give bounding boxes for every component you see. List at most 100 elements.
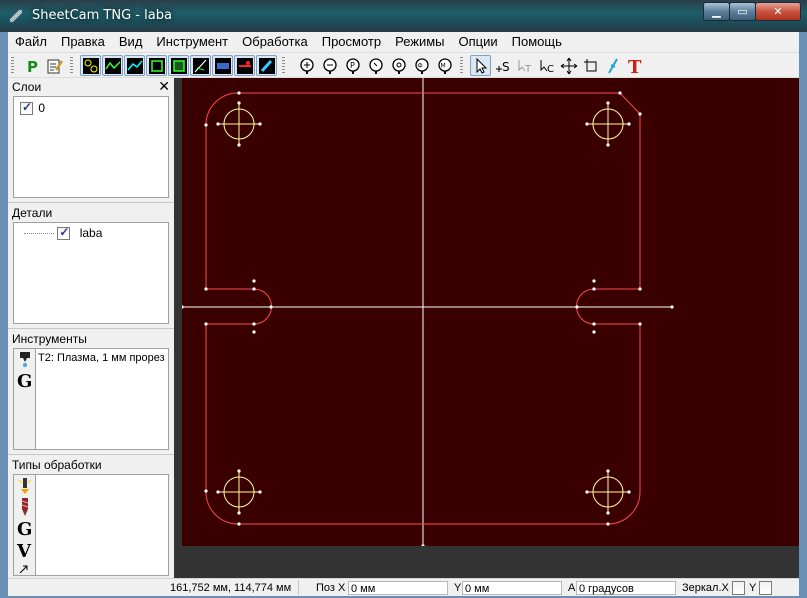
menu-modes[interactable]: Режимы bbox=[388, 32, 451, 52]
svg-text:P: P bbox=[350, 61, 355, 70]
dimension-button[interactable] bbox=[602, 55, 623, 76]
zoom-mode-icon: M bbox=[437, 57, 452, 74]
svg-text:Ф: Ф bbox=[417, 62, 422, 69]
rotate-button[interactable] bbox=[580, 55, 601, 76]
zoom-all-icon bbox=[391, 57, 406, 74]
part-checkbox[interactable]: ✓ bbox=[57, 225, 71, 241]
menu-file[interactable]: Файл bbox=[8, 32, 54, 52]
menu-tool[interactable]: Инструмент bbox=[149, 32, 235, 52]
zoom-operation-icon: Ф bbox=[414, 57, 429, 74]
view-toolbar-icon bbox=[214, 57, 231, 74]
select-button[interactable] bbox=[470, 55, 491, 76]
svg-text:C: C bbox=[547, 64, 554, 75]
tool-item[interactable]: T2: Плазма, 1 мм прорез bbox=[38, 352, 165, 364]
menu-view[interactable]: Вид bbox=[112, 32, 150, 52]
toolbar-grip[interactable] bbox=[70, 57, 73, 75]
layers-panel-close-icon[interactable]: ✕ bbox=[158, 80, 170, 94]
layers-list: ✓ 0 bbox=[13, 96, 169, 198]
layer-label: 0 bbox=[38, 101, 46, 115]
zoom-window-icon bbox=[368, 57, 383, 74]
menu-display[interactable]: Просмотр bbox=[315, 32, 388, 52]
minimize-button[interactable]: ▁ bbox=[703, 2, 730, 21]
maximize-button[interactable]: ▭ bbox=[729, 2, 756, 21]
rotate-icon bbox=[583, 58, 596, 71]
minimize-icon: ▁ bbox=[712, 5, 721, 18]
zoom-in-button[interactable] bbox=[296, 55, 317, 76]
angle-label: A bbox=[568, 582, 576, 594]
more-arrow-icon[interactable] bbox=[18, 563, 30, 575]
plasma-torch-icon[interactable] bbox=[17, 351, 33, 367]
close-button[interactable]: ✕ bbox=[755, 2, 801, 21]
mirror-y-checkbox[interactable] bbox=[759, 581, 772, 595]
menu-edit[interactable]: Правка bbox=[54, 32, 112, 52]
svg-text:T: T bbox=[628, 57, 642, 75]
view-red-button[interactable] bbox=[234, 55, 255, 76]
text-select-icon: T bbox=[518, 59, 532, 75]
sheetcam-logo-icon bbox=[9, 9, 23, 23]
plasma-cut-icon[interactable] bbox=[17, 477, 33, 495]
view-paths-button[interactable] bbox=[102, 55, 123, 76]
menu-bar: Файл Правка Вид Инструмент Обработка Про… bbox=[8, 32, 799, 52]
start-point-button[interactable]: S bbox=[492, 55, 513, 76]
text-tool-button[interactable]: T bbox=[624, 55, 645, 76]
view-brush-button[interactable] bbox=[256, 55, 277, 76]
drawing-area bbox=[174, 78, 799, 578]
zoom-out-button[interactable] bbox=[319, 55, 340, 76]
drill-icon[interactable] bbox=[18, 497, 32, 517]
drawing-canvas[interactable] bbox=[182, 78, 799, 546]
tools-panel-title: Инструменты bbox=[12, 332, 87, 346]
view-rapids-button[interactable] bbox=[124, 55, 145, 76]
zoom-operation-button[interactable]: Ф bbox=[411, 55, 432, 76]
toolbar: P P Ф M S T C T bbox=[8, 52, 799, 78]
panel-splitter[interactable] bbox=[8, 328, 174, 331]
menu-operations[interactable]: Обработка bbox=[235, 32, 315, 52]
left-panel: Слои ✕ ✓ 0 Детали ✓ laba Инструменты G T… bbox=[8, 78, 174, 578]
pos-x-field[interactable]: 0 мм bbox=[348, 581, 448, 595]
view-lead-icon bbox=[192, 57, 209, 74]
svg-text:P: P bbox=[27, 58, 38, 75]
part-label: laba bbox=[79, 226, 103, 240]
node-select-button[interactable]: C bbox=[536, 55, 557, 76]
layer-item[interactable]: ✓ 0 bbox=[20, 100, 46, 116]
zoom-mode-button[interactable]: M bbox=[434, 55, 455, 76]
operations-sidebar: G V bbox=[13, 474, 35, 576]
edit-code-button[interactable] bbox=[44, 55, 65, 76]
tools-sidebar: G bbox=[13, 348, 35, 450]
angle-field[interactable]: 0 градусов bbox=[576, 581, 676, 595]
view-outline-icon bbox=[148, 57, 165, 74]
svg-text:G: G bbox=[17, 519, 32, 537]
panel-splitter[interactable] bbox=[8, 202, 174, 205]
run-post-processor-button[interactable]: P bbox=[22, 55, 43, 76]
zoom-part-button[interactable]: P bbox=[342, 55, 363, 76]
parts-list: ✓ laba bbox=[13, 222, 169, 324]
view-outline-button[interactable] bbox=[146, 55, 167, 76]
move-button[interactable] bbox=[558, 55, 579, 76]
view-lead-button[interactable] bbox=[190, 55, 211, 76]
title-bar[interactable]: SheetCam TNG - laba ▁ ▭ ✕ bbox=[0, 0, 807, 32]
view-parts-button[interactable] bbox=[80, 55, 101, 76]
svg-text:M: M bbox=[440, 62, 445, 69]
view-red-icon bbox=[236, 57, 253, 74]
mirror-x-checkbox[interactable] bbox=[732, 581, 745, 595]
gcode-tool-icon[interactable]: G bbox=[16, 371, 34, 389]
toolbar-grip[interactable] bbox=[282, 57, 285, 75]
toolbar-grip[interactable] bbox=[11, 57, 14, 75]
zoom-window-button[interactable] bbox=[365, 55, 386, 76]
view-toolbar-button[interactable] bbox=[212, 55, 233, 76]
zoom-all-button[interactable] bbox=[388, 55, 409, 76]
start-point-icon: S bbox=[495, 60, 509, 74]
menu-options[interactable]: Опции bbox=[452, 32, 505, 52]
zoom-in-icon bbox=[299, 57, 314, 74]
part-item[interactable]: ✓ laba bbox=[24, 225, 103, 241]
vcarve-icon[interactable]: V bbox=[16, 541, 34, 559]
gcode-operation-icon[interactable]: G bbox=[16, 519, 34, 537]
layer-checkbox[interactable]: ✓ bbox=[20, 100, 33, 116]
menu-help[interactable]: Помощь bbox=[505, 32, 569, 52]
svg-text:T: T bbox=[524, 64, 532, 75]
text-select-button[interactable]: T bbox=[514, 55, 535, 76]
pos-y-field[interactable]: 0 мм bbox=[462, 581, 562, 595]
edit-code-icon bbox=[47, 59, 63, 73]
panel-splitter[interactable] bbox=[8, 454, 174, 457]
toolbar-grip[interactable] bbox=[460, 57, 463, 75]
view-filled-button[interactable] bbox=[168, 55, 189, 76]
